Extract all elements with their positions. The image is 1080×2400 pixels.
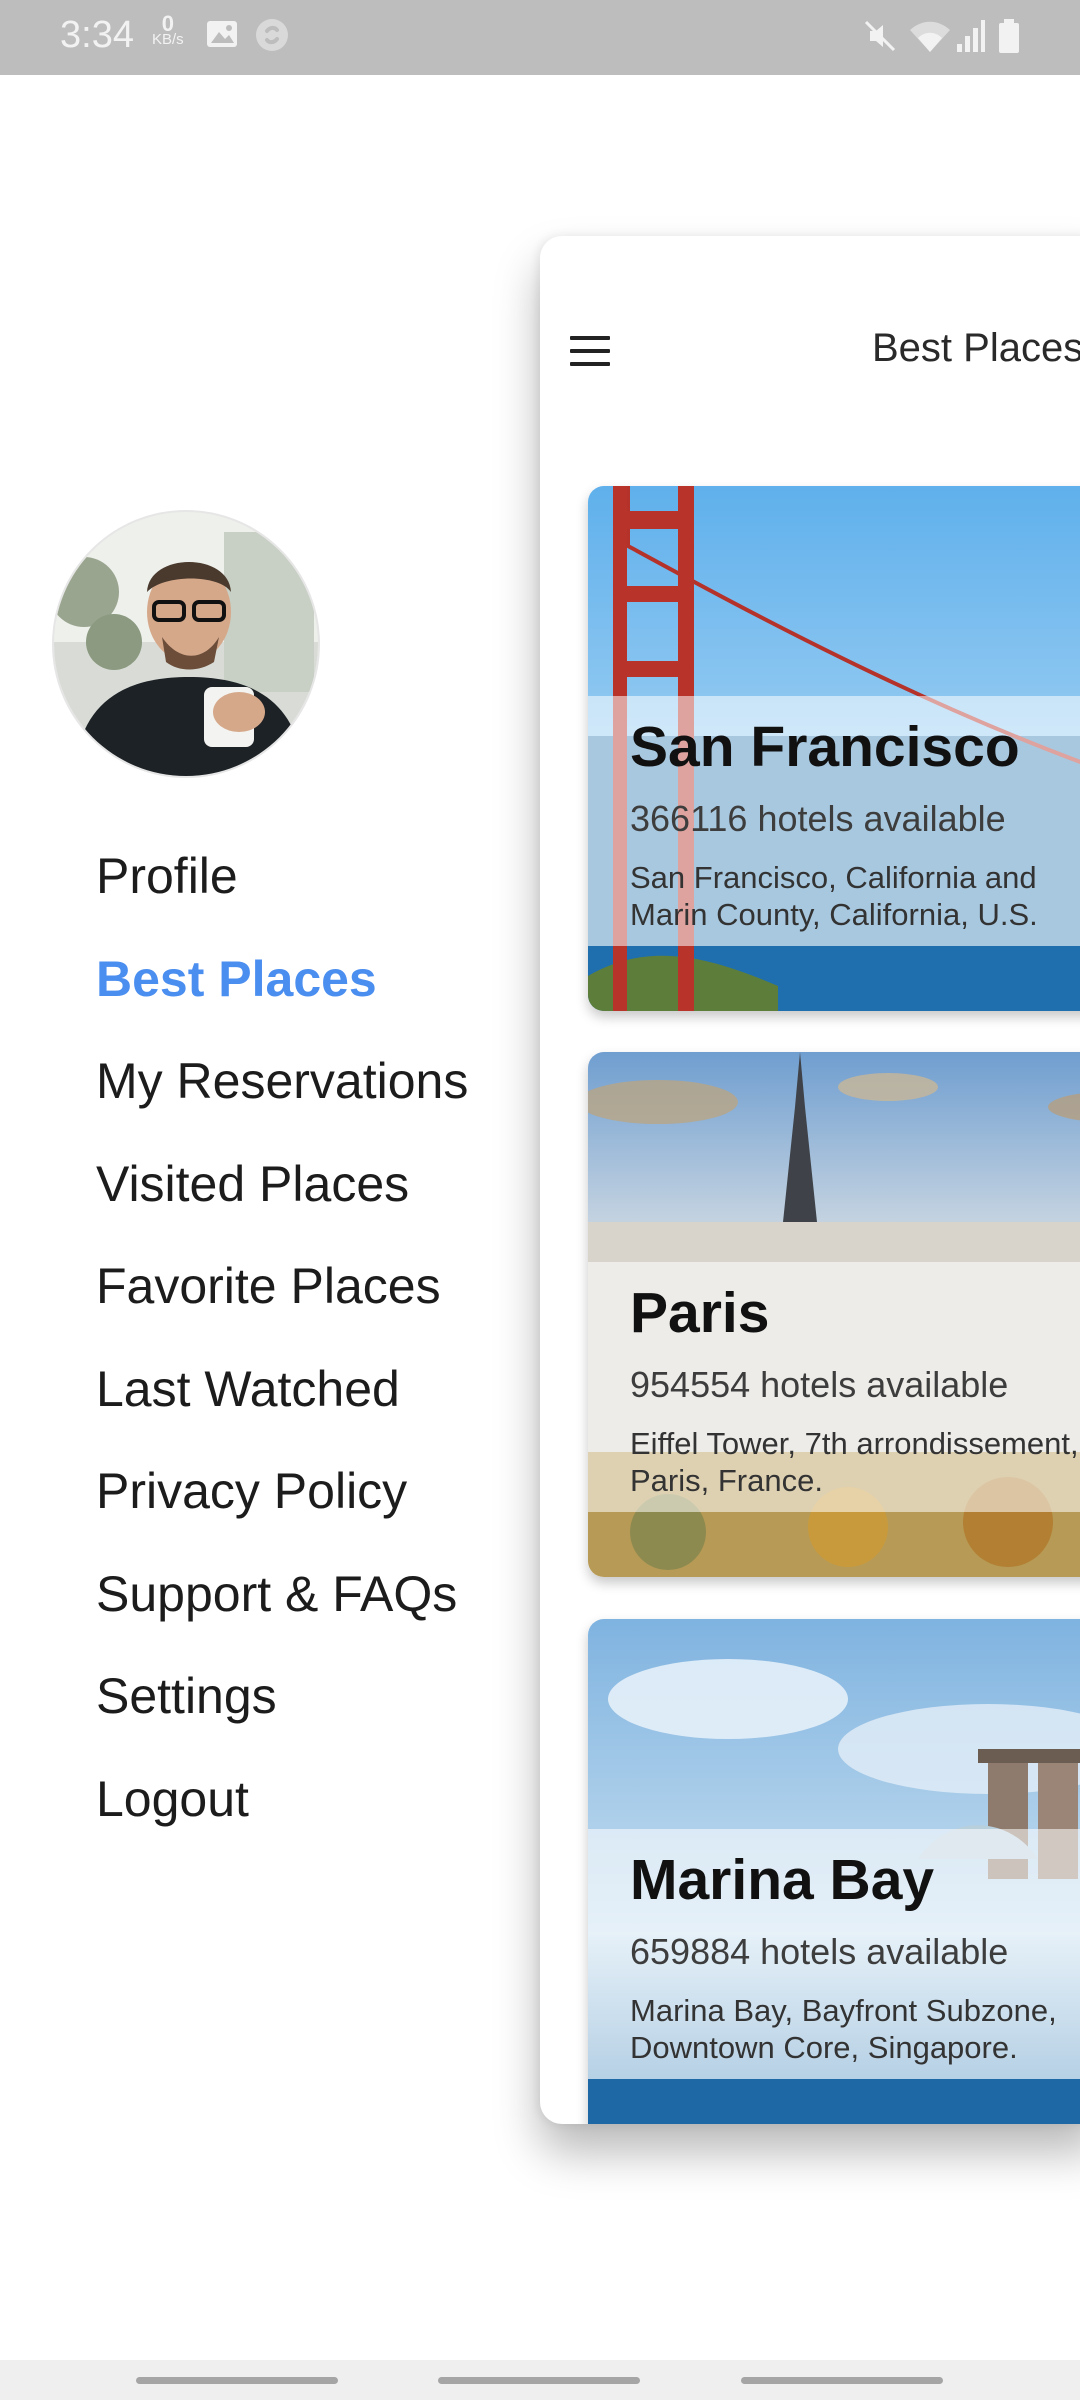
card-title: Paris (630, 1281, 770, 1345)
shazam-icon (256, 19, 288, 51)
main-panel[interactable]: Best Places San Francisco 366116 hotels … (540, 236, 1080, 2124)
card-title: Marina Bay (630, 1848, 935, 1912)
nav-home-button[interactable] (438, 2377, 640, 2384)
place-card-paris[interactable]: Paris 954554 hotels available Eiffel Tow… (588, 1052, 1080, 1577)
menu-item-logout[interactable]: Logout (96, 1759, 468, 1862)
status-bar: 3:34 0 KB/s (0, 0, 1080, 75)
profile-photo (54, 512, 318, 776)
card-description: Marina Bay, Bayfront Subzone, Downtown C… (630, 1993, 1057, 2065)
page-title: Best Places (872, 326, 1080, 370)
card-hotels-count: 366116 hotels available (630, 798, 1006, 839)
system-nav-bar (0, 2360, 1080, 2400)
menu-item-privacy-policy[interactable]: Privacy Policy (96, 1451, 468, 1554)
menu-item-best-places[interactable]: Best Places (96, 939, 468, 1042)
nav-back-button[interactable] (741, 2377, 943, 2384)
avatar[interactable] (52, 510, 320, 778)
menu-item-settings[interactable]: Settings (96, 1656, 468, 1759)
menu-item-profile[interactable]: Profile (96, 836, 468, 939)
menu-item-favorite-places[interactable]: Favorite Places (96, 1246, 468, 1349)
mute-icon (864, 20, 896, 52)
place-card-marina-bay[interactable]: Marina Bay 659884 hotels available Marin… (588, 1619, 1080, 2124)
wifi-icon (910, 21, 950, 52)
card-hotels-count: 659884 hotels available (630, 1931, 1009, 1972)
signal-icon (957, 20, 985, 52)
gallery-icon (207, 21, 237, 47)
card-hotels-count: 954554 hotels available (630, 1364, 1009, 1405)
card-title: San Francisco (630, 715, 1020, 779)
status-time: 3:34 (60, 14, 134, 56)
menu-item-my-reservations[interactable]: My Reservations (96, 1041, 468, 1144)
card-description: San Francisco, California and Marin Coun… (630, 860, 1038, 932)
menu-item-visited-places[interactable]: Visited Places (96, 1144, 468, 1247)
menu-item-support-faqs[interactable]: Support & FAQs (96, 1554, 468, 1657)
net-speed-indicator: 0 KB/s (152, 11, 184, 48)
place-card-san-francisco[interactable]: San Francisco 366116 hotels available Sa… (588, 486, 1080, 1011)
menu-item-last-watched[interactable]: Last Watched (96, 1349, 468, 1452)
drawer-menu: Profile Best Places My Reservations Visi… (96, 836, 468, 1861)
battery-icon (999, 19, 1019, 53)
net-speed-unit: KB/s (152, 31, 184, 48)
card-description: Eiffel Tower, 7th arrondissement, Paris,… (630, 1426, 1079, 1498)
menu-icon[interactable] (570, 336, 610, 366)
nav-recents-button[interactable] (136, 2377, 338, 2384)
net-speed-value: 0 (161, 11, 174, 36)
